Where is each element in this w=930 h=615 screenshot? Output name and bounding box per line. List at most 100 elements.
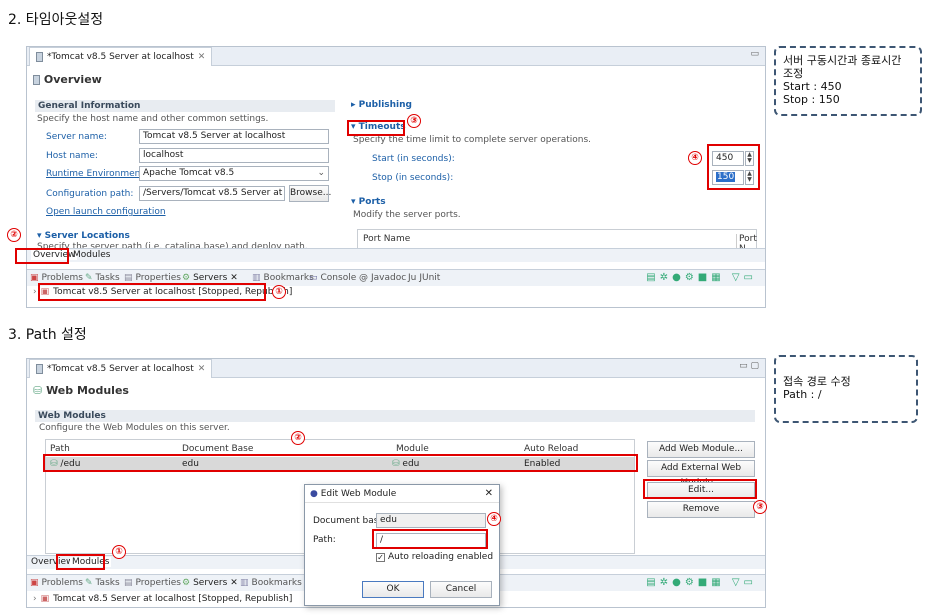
javadoc-icon: @ [359,273,368,283]
open-launch-config-link[interactable]: Open launch configuration [46,207,166,217]
badge-3: ③ [753,500,767,514]
server-editor-panel: *Tomcat v8.5 Server at localhost ✕ ▭ Ove… [26,46,766,308]
ok-button[interactable]: OK [362,581,424,598]
page-title: Web Modules [46,384,129,397]
view-tab-junit[interactable]: Ju JUnit [408,273,440,283]
highlight-overview-tab [15,248,69,264]
step2-title: 2. 타임아웃설정 [8,12,104,28]
console-icon: ▭ [309,273,318,283]
runtime-environment-link[interactable]: Runtime Environment: [46,169,147,179]
problems-icon: ▣ [30,578,39,588]
editor-tab[interactable]: *Tomcat v8.5 Server at localhost ✕ [29,47,213,66]
view-tab-javadoc[interactable]: @ Javadoc [359,273,406,283]
cancel-button[interactable]: Cancel [430,581,492,598]
server-icon [36,52,43,62]
chevron-right-icon[interactable]: › [33,594,37,604]
browse-button[interactable]: Browse... [289,185,331,202]
server-name-label: Server name: [46,132,107,142]
view-tab-properties[interactable]: ▤ Properties [124,273,181,283]
close-icon[interactable]: ✕ [230,273,238,283]
server-icon [36,364,43,374]
ports-table[interactable]: Port Name Port N [357,229,757,254]
stop-timeout-label: Stop (in seconds): [372,173,454,183]
chevron-right-icon[interactable]: ▸ [351,100,356,110]
badge-1: ① [112,545,126,559]
servers-toolbar-icons[interactable]: ▤✲●⚙■▦ ▽▭ [646,577,757,588]
document-base-column[interactable]: Document Base [182,444,253,454]
config-path-input[interactable]: /Servers/Tomcat v8.5 Server at localh [139,186,285,201]
highlight-modules-tab [56,554,105,570]
view-tab-tasks[interactable]: ✎ Tasks [85,273,120,283]
ports-desc: Modify the server ports. [353,210,461,220]
highlight-module-row [43,454,638,472]
general-info-header: General Information [35,100,335,112]
timeouts-desc: Specify the time limit to complete serve… [353,135,591,145]
tasks-icon: ✎ [85,273,93,283]
server-icon [33,75,40,85]
badge-4: ④ [487,512,501,526]
tomcat-server-icon: ▣ [40,594,50,604]
view-tab-servers[interactable]: ⚙ Servers ✕ [182,273,238,283]
publishing-header[interactable]: Publishing [359,100,412,110]
view-tab-servers[interactable]: ⚙ Servers ✕ [182,578,238,588]
highlight-server-row [38,283,266,301]
badge-2: ② [291,431,305,445]
bookmarks-icon: ▥ [240,578,249,588]
view-tab-tasks[interactable]: ✎ Tasks [85,578,120,588]
bookmarks-icon: ▥ [252,273,261,283]
badge-2: ② [7,228,21,242]
auto-reload-checkbox[interactable]: ✓ [376,552,385,562]
junit-icon: Ju [408,273,417,283]
web-modules-desc: Configure the Web Modules on this server… [39,423,230,433]
badge-3: ③ [407,114,421,128]
view-tab-console[interactable]: ▭ Console [309,273,356,283]
web-modules-header: Web Modules [35,410,755,422]
add-external-web-module-button[interactable]: Add External Web Module... [647,460,755,488]
servers-icon: ⚙ [182,578,191,588]
servers-toolbar-icons[interactable]: ▤✲●⚙■▦ ▽▭ [646,272,757,283]
servers-icon: ⚙ [182,273,191,283]
eclipse-icon: ● [310,489,318,499]
close-icon[interactable]: ✕ [485,485,493,503]
close-icon[interactable]: ✕ [230,578,238,588]
ports-header[interactable]: Ports [359,197,386,207]
server-locations-header[interactable]: Server Locations [45,231,130,241]
properties-icon: ▤ [124,578,133,588]
close-icon[interactable]: ✕ [198,48,206,66]
runtime-select[interactable]: Apache Tomcat v8.5 ⌄ [139,166,329,181]
view-tab-problems[interactable]: ▣ Problems [30,273,83,283]
view-tab-bookmarks[interactable]: ▥ Bookmarks [252,273,314,283]
auto-reload-label: Auto reloading enabled [388,552,494,562]
chevron-right-icon[interactable]: › [33,287,37,297]
chevron-down-icon[interactable]: ▾ [351,197,356,207]
remove-button[interactable]: Remove [647,501,755,518]
view-tab-bookmarks[interactable]: ▥ Bookmarks [240,578,302,588]
path-note: 접속 경로 수정 Path : / [774,355,918,423]
dialog-title: Edit Web Module [320,489,397,499]
badge-1: ① [272,285,286,299]
problems-icon: ▣ [30,273,39,283]
close-icon[interactable]: ✕ [198,360,206,378]
highlight-timeouts [347,120,405,136]
auto-reload-column[interactable]: Auto Reload [524,444,578,454]
start-timeout-label: Start (in seconds): [372,154,455,164]
modules-tab[interactable]: Modules [73,250,110,260]
minimize-icon[interactable]: ▭ [750,49,759,59]
server-name-input[interactable]: Tomcat v8.5 Server at localhost [139,129,329,144]
badge-4: ④ [688,151,702,165]
view-tab-properties[interactable]: ▤ Properties [124,578,181,588]
host-name-input[interactable]: localhost [139,148,329,163]
editor-tab[interactable]: *Tomcat v8.5 Server at localhost ✕ [29,359,213,378]
highlight-path-input [372,529,488,549]
add-web-module-button[interactable]: Add Web Module... [647,441,755,458]
window-controls-icon[interactable]: ▭ ▢ [739,361,759,371]
highlight-edit-button [643,479,757,499]
chevron-down-icon[interactable]: ▾ [37,231,42,241]
view-tab-problems[interactable]: ▣ Problems [30,578,83,588]
module-column[interactable]: Module [396,444,429,454]
general-info-desc: Specify the host name and other common s… [37,114,269,124]
step3-title: 3. Path 설정 [8,327,87,343]
server-row[interactable]: Tomcat v8.5 Server at localhost [Stopped… [53,594,292,604]
port-name-column[interactable]: Port Name [363,234,410,244]
path-column[interactable]: Path [50,444,70,454]
